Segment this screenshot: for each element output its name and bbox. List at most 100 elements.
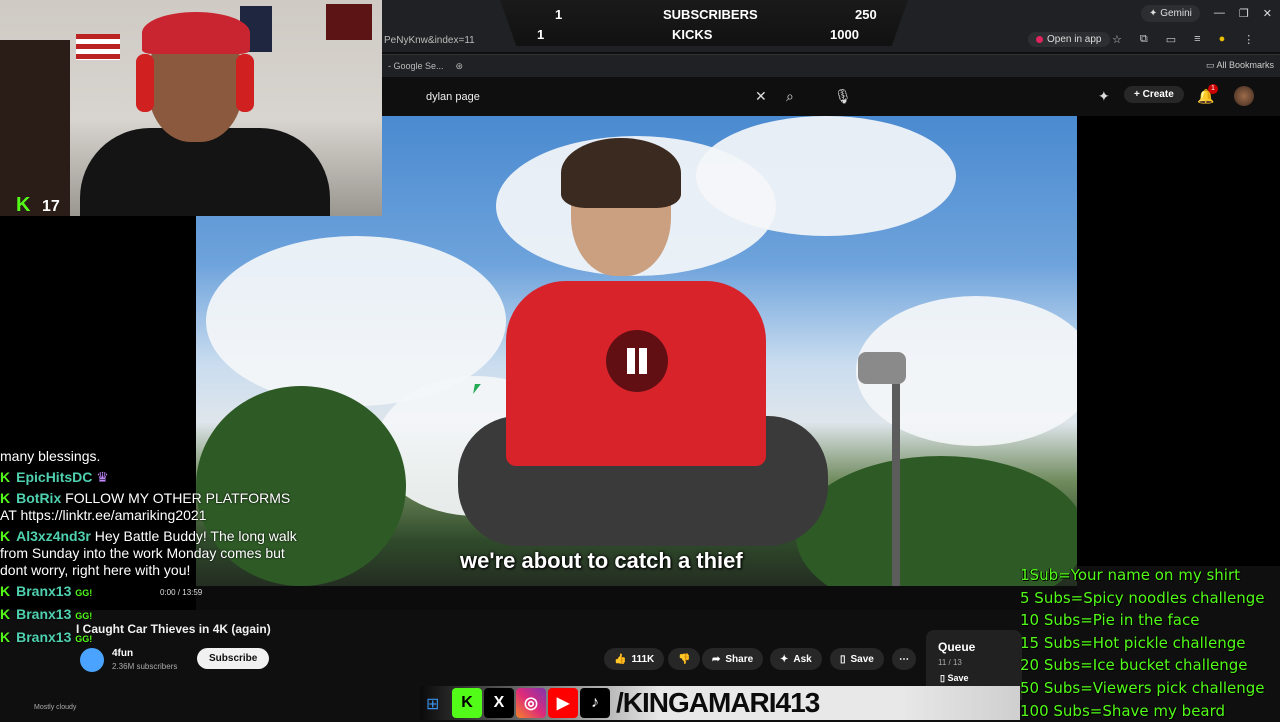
bookmark-google[interactable]: - Google Se...: [388, 61, 444, 71]
cast-icon[interactable]: ▭: [1166, 33, 1176, 46]
minimize-icon[interactable]: —: [1214, 7, 1225, 19]
window-controls: ✦ Gemini — ❐ ✕: [1120, 0, 1280, 26]
subscribers-current: 1: [555, 6, 563, 22]
kick-icon: K: [452, 688, 482, 718]
star-icon[interactable]: ☆: [1112, 33, 1122, 46]
chat-username: Branx13: [16, 629, 72, 645]
headset-icon: [136, 54, 154, 112]
queue-save-label: Save: [947, 673, 969, 683]
thumbs-up-icon: 👍: [614, 653, 627, 665]
video-time: 0:00 / 13:59: [160, 588, 203, 597]
profile-icon[interactable]: ●: [1219, 33, 1226, 46]
sub-goal-item: 100 Subs=Shave my beard: [1020, 701, 1226, 720]
microphone-icon[interactable]: 🎙: [834, 88, 852, 105]
windows-icon: ⊞: [426, 696, 440, 713]
kicks-current: 1: [537, 26, 545, 42]
dislike-button[interactable]: 👎: [668, 648, 701, 670]
scoreboard-overlay: 1 SUBSCRIBERS 250 1 KICKS 1000: [500, 0, 908, 46]
streamer-cap: [142, 12, 250, 54]
tiktok-icon: ♪: [580, 688, 610, 718]
kebab-menu-icon[interactable]: ⋮: [1243, 33, 1254, 46]
lamp-head: [858, 352, 906, 384]
youtube-header: dylan page ✕ ⌕ 🎙 ✦ + Create 🔔 1: [382, 78, 1280, 116]
kick-badge-icon: K: [0, 629, 11, 645]
gemini-button[interactable]: ✦ Gemini: [1141, 4, 1200, 22]
kick-badge-icon: K: [0, 490, 11, 506]
restore-icon[interactable]: ❐: [1239, 7, 1249, 20]
x-icon: X: [484, 688, 514, 718]
like-button[interactable]: 👍 111K: [604, 648, 665, 670]
kicks-label: KICKS: [672, 26, 713, 42]
create-button[interactable]: + Create: [1124, 86, 1184, 103]
right-blank-panel: [1077, 116, 1280, 566]
chat-message: K BotRix FOLLOW MY OTHER PLATFORMS AT htt…: [0, 490, 300, 524]
sub-goal-item: 10 Subs=Pie in the face: [1020, 611, 1200, 630]
kick-badge-icon: K: [0, 583, 11, 599]
extensions-icon[interactable]: ⧉: [1140, 33, 1148, 46]
search-input[interactable]: dylan page: [412, 86, 778, 108]
headset-icon: [236, 54, 254, 112]
all-bookmarks-button[interactable]: ▭ All Bookmarks: [1206, 60, 1274, 71]
sub-goal-item: 20 Subs=Ice bucket challenge: [1020, 656, 1248, 675]
chatgpt-icon[interactable]: ⊛: [456, 61, 464, 72]
kick-badge-icon: K: [0, 469, 11, 485]
lamp-post: [892, 356, 900, 586]
clear-search-icon[interactable]: ✕: [755, 88, 767, 105]
subscribers-goal: 250: [855, 6, 877, 22]
ask-button[interactable]: ✦ Ask: [770, 648, 822, 670]
subscribers-label: SUBSCRIBERS: [663, 6, 758, 22]
sparkle-icon: ✦: [780, 653, 789, 665]
cloud: [696, 116, 956, 236]
kick-viewer-count: 17: [42, 198, 60, 215]
queue-save-button[interactable]: ▯ Save: [940, 673, 968, 684]
save-button[interactable]: ▯ Save: [830, 648, 884, 670]
queue-count: 11 / 13: [938, 658, 962, 667]
save-label: Save: [850, 653, 874, 665]
chat-username: Branx13: [16, 583, 72, 599]
chat-username: Branx13: [16, 606, 72, 622]
social-handle: /KINGAMARI413: [616, 687, 820, 718]
person-hair: [561, 138, 681, 208]
ask-label: Ask: [793, 653, 812, 665]
menu-icon[interactable]: ≡: [1194, 33, 1200, 46]
sub-goals-list: 1Sub=Your name on my shirt 5 Subs=Spicy …: [1020, 564, 1280, 722]
gamepad-icon[interactable]: ✦: [1098, 88, 1110, 105]
pause-icon[interactable]: [606, 330, 668, 392]
chat-message: K EpicHitsDC ♛: [0, 469, 300, 486]
share-button[interactable]: ➦ Share: [702, 648, 764, 670]
chat-message: K Branx13 GG!: [0, 606, 300, 625]
create-label: Create: [1142, 89, 1174, 100]
dresser: [0, 40, 70, 216]
url-text: PeNyKnw&index=11: [384, 34, 475, 46]
social-bar: ⊞ K X ◎ ▶ ♪ /KINGAMARI413: [420, 686, 1020, 720]
search-icon[interactable]: ⌕: [786, 88, 794, 105]
notification-badge: 1: [1208, 84, 1218, 94]
sub-goal-item: 50 Subs=Viewers pick challenge: [1020, 678, 1265, 697]
open-in-app-button[interactable]: Open in app: [1028, 32, 1110, 47]
thumbs-down-icon: 👎: [678, 653, 691, 665]
sub-goal-item: 5 Subs=Spicy noodles challenge: [1020, 588, 1265, 607]
video-caption: we're about to catch a thief: [460, 548, 743, 573]
youtube-icon: ▶: [548, 688, 578, 718]
sub-goal-item: 1Sub=Your name on my shirt: [1020, 566, 1241, 584]
close-icon[interactable]: ✕: [1263, 7, 1272, 20]
kick-logo-icon: K: [16, 194, 31, 216]
like-count: 111K: [631, 653, 655, 665]
chat-emote: GG!: [75, 611, 93, 621]
open-in-app-label: Open in app: [1047, 34, 1102, 45]
chat-text: many blessings.: [0, 448, 101, 464]
all-bookmarks-label: All Bookmarks: [1216, 60, 1274, 70]
bookmarks-bar: - Google Se... ⊛ ▭ All Bookmarks: [382, 54, 1280, 77]
scoreboard-row-kicks: 1 KICKS 1000: [500, 24, 908, 44]
queue-title: Queue: [938, 640, 976, 654]
instagram-icon: ◎: [516, 688, 546, 718]
bookmark-icon: ▯: [840, 653, 846, 665]
chat-message: K Branx13 GG!: [0, 583, 300, 602]
more-actions-button[interactable]: ⋯: [892, 648, 916, 670]
kicks-goal: 1000: [830, 26, 859, 42]
kick-badge-icon: K: [0, 528, 11, 544]
avatar[interactable]: [1234, 86, 1254, 106]
weather-text: Mostly cloudy: [34, 704, 77, 711]
car-roof: [196, 586, 1077, 610]
chat-message: K Al3xz4nd3r Hey Battle Buddy! The long w…: [0, 528, 300, 579]
